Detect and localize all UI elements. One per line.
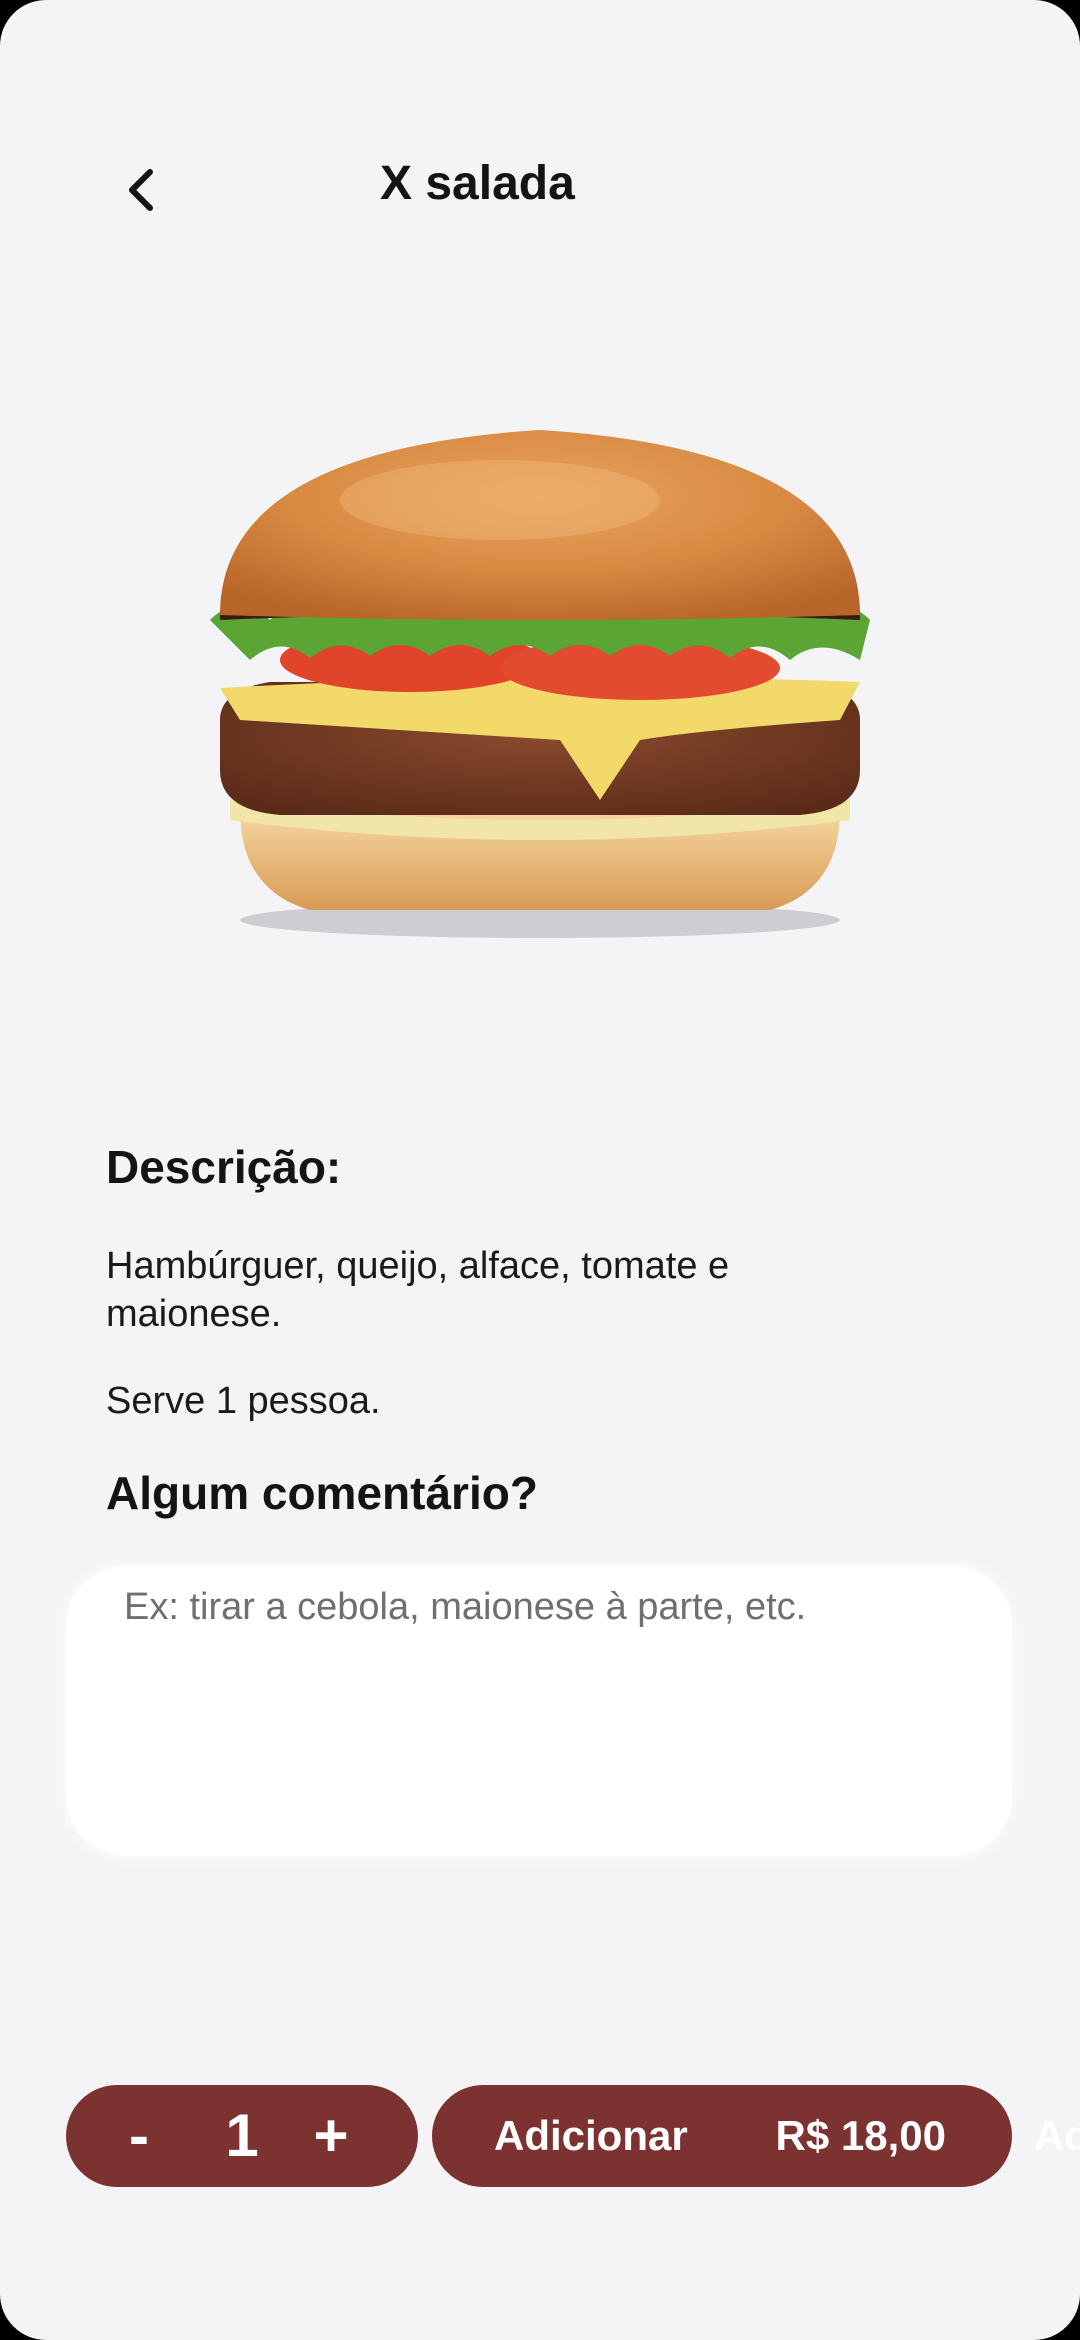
comment-field — [66, 1566, 1012, 1856]
product-detail-screen: X salada Descrição: Hambúrguer, queijo, … — [0, 0, 1080, 2340]
serves-text: Serve 1 pessoa. — [106, 1380, 381, 1422]
header: X salada — [0, 130, 1080, 250]
description-text: Hambúrguer, queijo, alface, tomate e mai… — [106, 1245, 730, 1335]
comment-heading: Algum comentário? — [106, 1467, 538, 1519]
decrement-button[interactable]: - — [114, 2085, 164, 2187]
add-button-label: Adicionar — [494, 2112, 688, 2159]
offscreen-label: Ad — [1034, 2112, 1080, 2159]
comment-input[interactable] — [124, 1586, 964, 1826]
page-title: X salada — [380, 157, 575, 210]
quantity-value: 1 — [225, 2102, 259, 2169]
chevron-left-icon — [129, 169, 153, 211]
back-button[interactable] — [112, 160, 172, 220]
increment-button[interactable]: + — [298, 2085, 364, 2187]
quantity-stepper: - 1 + — [66, 2085, 418, 2187]
add-button-price: R$ 18,00 — [775, 2112, 946, 2159]
burger-image — [210, 430, 870, 938]
add-to-cart-button[interactable]: Adicionar R$ 18,00 — [432, 2085, 1012, 2187]
description-heading: Descrição: — [106, 1141, 342, 1193]
